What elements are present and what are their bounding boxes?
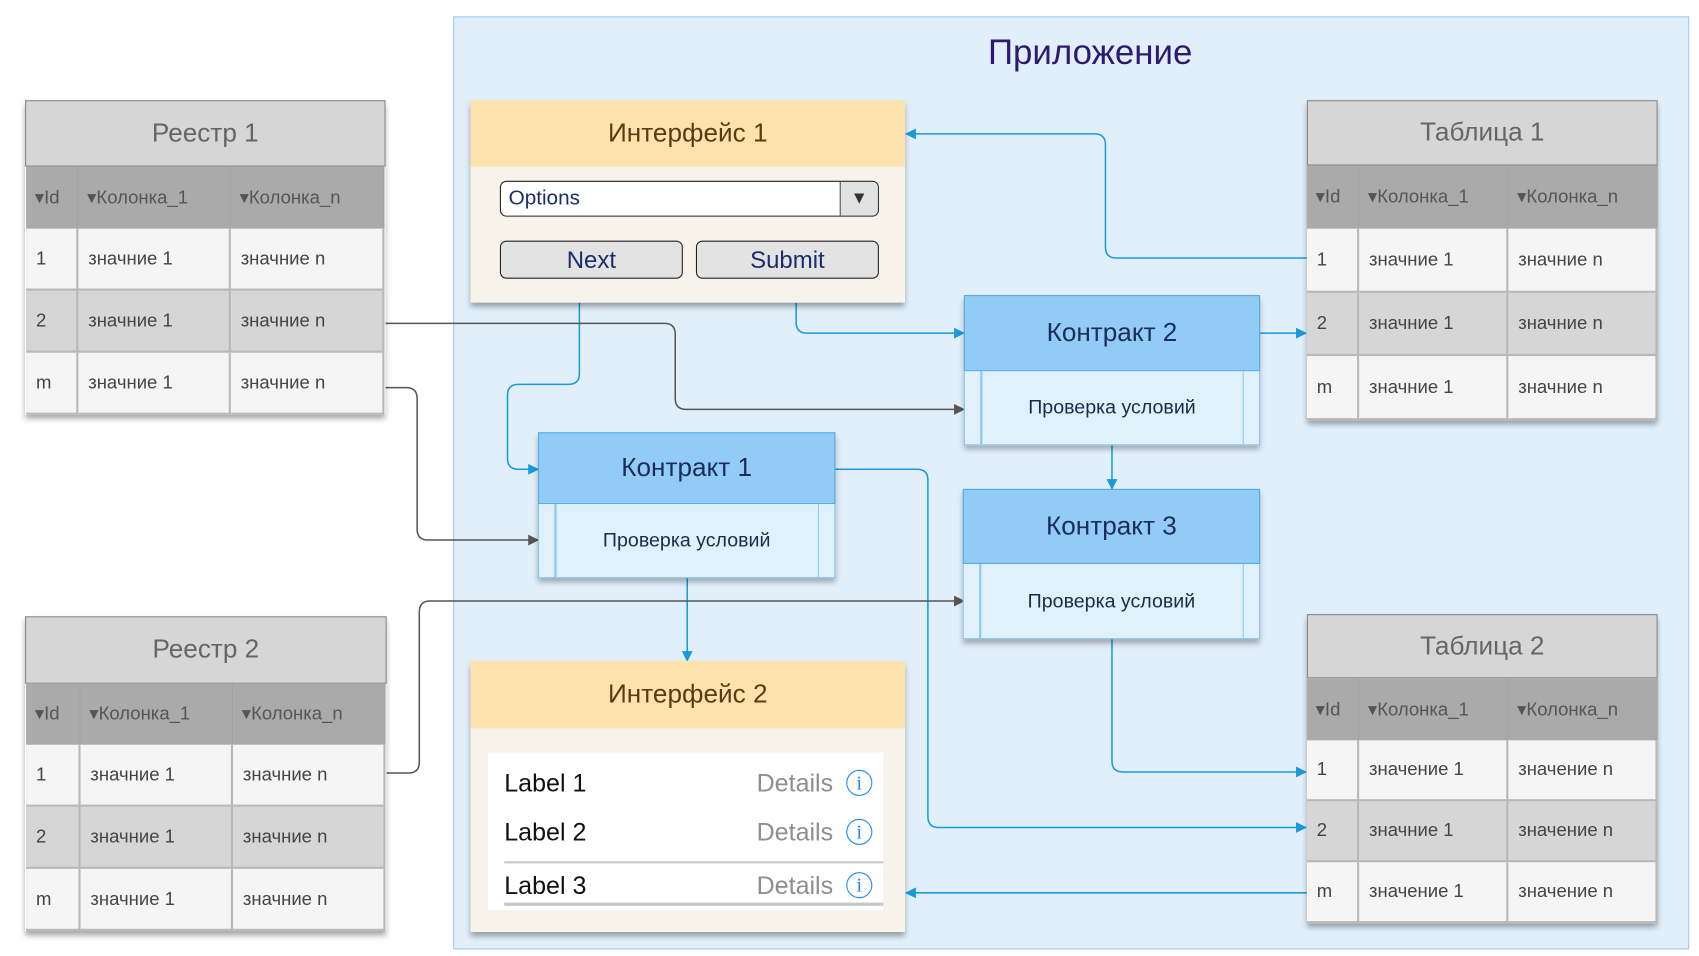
info-icon[interactable]: i [846,769,873,796]
list-item[interactable]: Label 2 Details i [504,808,883,856]
list-item[interactable]: Label 1 Details i [504,759,883,807]
table-cell: значение n [1508,801,1658,863]
connector-registry1-to-contract2 [385,322,965,415]
interface-1: Интерфейс 1 Options ▼ Next Submit [470,100,906,303]
list-item-label: Label 2 [504,817,587,846]
table-cell: значние n [233,868,386,931]
column-header[interactable]: ▾Колонка_n [1508,165,1658,229]
table-cell: значние 1 [80,744,234,807]
table-cell: m [26,352,79,415]
options-dropdown[interactable]: Options ▼ [499,180,879,217]
connector-table1-to-interface1 [905,128,1307,259]
table-cell: m [1306,356,1360,421]
dropdown-value: Options [508,186,580,210]
column-header[interactable]: ▾Колонка_n [233,683,386,745]
contract-1: Контракт 1 Проверка условий [538,432,836,579]
column-header[interactable]: ▾Колонка_1 [78,166,231,229]
registry-2-grid: ▾Id ▾Колонка_1 ▾Колонка_n 1 значние 1 зн… [26,683,386,931]
table-cell: m [26,868,81,931]
table-cell: 2 [1306,292,1360,357]
interface-2: Интерфейс 2 Label 1 Details i Label 2 De… [470,660,906,933]
info-icon[interactable]: i [846,818,873,845]
contract-3: Контракт 3 Проверка условий [962,488,1261,640]
table-cell: 1 [1306,740,1360,802]
submit-button[interactable]: Submit [695,240,879,279]
table-cell: значние n [230,352,385,415]
table-cell: значение 1 [1359,740,1509,802]
table-2: Таблица 2 ▾Id ▾Колонка_1 ▾Колонка_n 1 зн… [1306,614,1658,924]
table-cell: m [1306,862,1360,924]
table-cell: значние n [1508,356,1658,421]
list-item-label: Label 3 [504,870,587,899]
table-cell: 2 [26,290,79,353]
table-cell: 1 [1306,228,1360,293]
list-divider [504,902,884,906]
registry-1-title: Реестр 1 [25,100,386,167]
table-2-grid: ▾Id ▾Колонка_1 ▾Колонка_n 1 значение 1 з… [1306,678,1658,924]
table-cell: значние n [230,290,385,353]
table-cell: значние 1 [80,806,234,869]
column-header[interactable]: ▾Колонка_1 [80,683,234,745]
column-header[interactable]: ▾Id [1306,678,1360,741]
contract-1-body: Проверка условий [538,504,836,579]
column-header[interactable]: ▾Колонка_1 [1359,165,1509,229]
table-cell: значение n [1508,740,1658,802]
table-cell: значние 1 [78,352,231,415]
table-cell: значение n [1508,862,1658,924]
registry-1: Реестр 1 ▾Id ▾Колонка_1 ▾Колонка_n 1 зна… [25,100,386,415]
next-button[interactable]: Next [499,240,683,279]
connector-interface1-to-contract2 [795,302,965,339]
list-item-details: Details [756,768,834,797]
table-cell: значние 1 [1359,292,1509,357]
contract-3-title: Контракт 3 [962,488,1261,564]
list-item-details: Details [756,870,834,899]
connector-registry1-to-contract1 [385,386,540,546]
table-cell: значние 1 [1359,228,1509,293]
column-header[interactable]: ▾Id [26,166,79,229]
table-cell: 1 [26,228,79,291]
contract-2-body: Проверка условий [963,371,1261,446]
column-header[interactable]: ▾Колонка_n [230,166,385,229]
table-2-title: Таблица 2 [1306,614,1658,679]
table-1-title: Таблица 1 [1306,100,1658,166]
registry-2-title: Реестр 2 [25,616,387,684]
details-list: Label 1 Details i Label 2 Details i Labe… [487,752,884,911]
interface-1-title: Интерфейс 1 [470,100,906,167]
table-1-grid: ▾Id ▾Колонка_1 ▾Колонка_n 1 значние 1 зн… [1306,165,1658,421]
table-cell: значние n [233,744,386,807]
contract-2: Контракт 2 Проверка условий [963,295,1261,446]
table-cell: 2 [26,806,81,869]
column-header[interactable]: ▾Колонка_n [1508,678,1658,741]
contract-3-body: Проверка условий [962,563,1261,640]
table-cell: значние n [1508,292,1658,357]
table-cell: значние n [230,228,385,291]
info-icon[interactable]: i [846,872,873,899]
contract-2-title: Контракт 2 [963,295,1261,372]
table-cell: 1 [26,744,81,807]
table-cell: значние 1 [1359,356,1509,421]
table-1: Таблица 1 ▾Id ▾Колонка_1 ▾Колонка_n 1 зн… [1306,100,1658,421]
chevron-down-icon[interactable]: ▼ [839,181,878,216]
diagram-canvas: Приложение Реестр 1 ▾Id ▾Колонка_1 ▾Коло… [0,0,1699,956]
column-header[interactable]: ▾Id [1306,165,1360,229]
registry-1-grid: ▾Id ▾Колонка_1 ▾Колонка_n 1 значние 1 зн… [26,166,385,415]
contract-1-title: Контракт 1 [538,432,836,505]
column-header[interactable]: ▾Id [26,683,81,745]
table-cell: значние 1 [1359,801,1509,863]
list-item-details: Details [756,817,834,846]
column-header[interactable]: ▾Колонка_1 [1359,678,1509,741]
table-cell: 2 [1306,801,1360,863]
table-cell: значние 1 [80,868,234,931]
list-item-label: Label 1 [504,768,587,797]
registry-2: Реестр 2 ▾Id ▾Колонка_1 ▾Колонка_n 1 зна… [25,616,387,931]
table-cell: значние n [1508,228,1658,293]
table-cell: значние 1 [78,228,231,291]
table-cell: значение 1 [1359,862,1509,924]
interface-2-title: Интерфейс 2 [470,660,906,729]
connector-contract3-to-table2 [1111,639,1307,778]
table-cell: значние n [233,806,386,869]
table-cell: значние 1 [78,290,231,353]
